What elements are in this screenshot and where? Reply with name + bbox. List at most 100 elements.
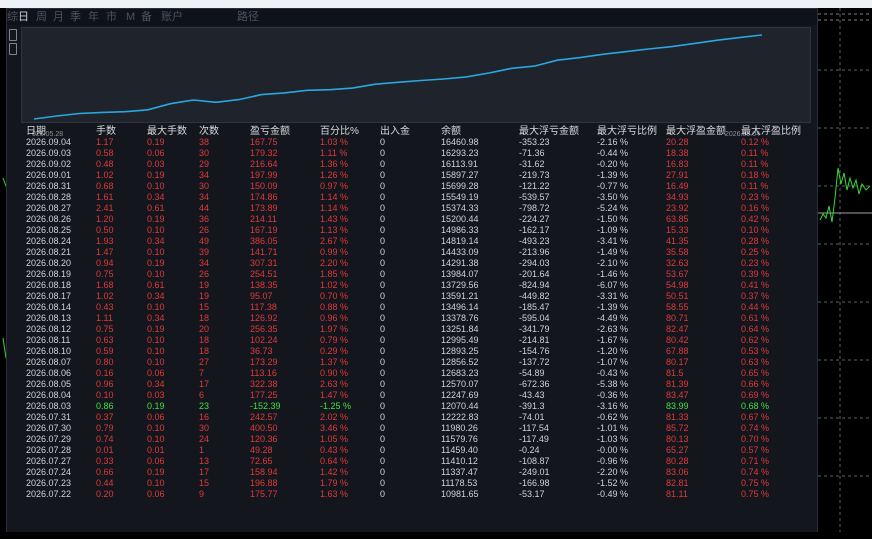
table-cell: -1.52 % (597, 478, 629, 488)
column-header[interactable]: 盈亏金额 (248, 125, 318, 137)
table-cell: 38 (199, 137, 210, 147)
table-row[interactable]: 2026.08.12 0.75 0.19 20 256.35 1.97 % 0 13251.8… (24, 324, 809, 335)
side-tab-icon[interactable] (9, 43, 17, 55)
table-cell: 242.57 (250, 412, 278, 422)
table-row[interactable]: 2026.08.18 1.68 0.61 19 138.35 1.02 % 0 13729.5… (24, 280, 809, 291)
menu-item-month[interactable]: 月 (53, 9, 64, 25)
table-row[interactable]: 2026.09.01 1.02 0.19 34 197.99 1.26 % 0 15897.2… (24, 170, 809, 181)
table-row[interactable]: 2026.09.02 0.48 0.03 29 216.64 1.36 % 0 16113.9… (24, 159, 809, 170)
table-cell: 15 (199, 302, 210, 312)
table-row[interactable]: 2026.08.05 0.96 0.34 17 322.38 2.63 % 0 12570.0… (24, 379, 809, 390)
table-cell: 30 (199, 148, 210, 158)
menu-item-day[interactable]: 日 (18, 9, 29, 25)
column-header[interactable]: 余额 (439, 125, 517, 137)
column-header[interactable]: 百分比% (318, 125, 378, 137)
table-row[interactable]: 2026.07.29 0.74 0.10 24 120.36 1.05 % 0 11579.7… (24, 434, 809, 445)
table-cell: 9 (199, 489, 205, 499)
table-cell: 1.13 % (320, 225, 349, 235)
table-row[interactable]: 2026.08.13 1.11 0.34 18 126.92 0.96 % 0 13378.7… (24, 313, 809, 324)
table-row[interactable]: 2026.08.03 0.86 0.19 23 -152.39 -1.25 % 0 12070… (24, 401, 809, 412)
table-row[interactable]: 2026.08.31 0.68 0.10 30 150.09 0.97 % 0 15699.2… (24, 181, 809, 192)
table-cell: -5.24 % (597, 203, 629, 213)
table-row[interactable]: 2026.07.27 0.33 0.06 13 72.65 0.64 % 0 11410.12… (24, 456, 809, 467)
table-cell: 0.19 (147, 324, 165, 334)
column-header[interactable]: 次数 (197, 125, 248, 137)
table-cell: 0.06 (147, 148, 165, 158)
menu-item-quarter[interactable]: 季 (70, 9, 81, 25)
table-row[interactable]: 2026.08.04 0.10 0.03 6 177.25 1.47 % 0 12247.69… (24, 390, 809, 401)
table-cell: 49.28 (250, 445, 273, 455)
table-cell: 0.65 % (741, 368, 770, 378)
table-header-row: 日期 手数 最大手数 次数 盈亏金额 百分比% 出入金 余额 最大浮亏金额 最大浮亏比例 最大浮盈金… (24, 125, 809, 137)
menu-item-backup[interactable]: 备 (141, 9, 152, 25)
menu-item-ind[interactable]: 综 (7, 9, 18, 25)
table-cell: -0.36 % (597, 390, 629, 400)
equity-curve-chart (33, 34, 763, 120)
table-cell: 0.75 (96, 324, 114, 334)
table-cell: 15200.44 (441, 214, 479, 224)
column-header[interactable]: 手数 (94, 125, 145, 137)
table-row[interactable]: 2026.08.27 2.41 0.61 44 173.89 1.14 % 0 15374.3… (24, 203, 809, 214)
table-row[interactable]: 2026.08.28 1.61 0.34 34 174.86 1.14 % 0 15549.1… (24, 192, 809, 203)
table-row[interactable]: 2026.07.31 0.37 0.06 16 242.57 2.02 % 0 12222.8… (24, 412, 809, 423)
table-cell: 2026.08.24 (26, 236, 72, 246)
menu-item-year[interactable]: 年 (88, 9, 99, 25)
table-row[interactable]: 2026.08.11 0.63 0.10 18 102.24 0.79 % 0 12995.4… (24, 335, 809, 346)
table-cell: 2.20 % (320, 258, 349, 268)
column-header[interactable]: 最大手数 (145, 125, 197, 137)
table-cell: 0 (380, 467, 386, 477)
table-row[interactable]: 2026.08.06 0.16 0.06 7 113.16 0.90 % 0 12683.23… (24, 368, 809, 379)
table-row[interactable]: 2026.09.03 0.58 0.06 30 179.32 1.11 % 0 16293.2… (24, 148, 809, 159)
menu-item-account[interactable]: 账户 (161, 9, 183, 25)
table-cell: 254.51 (250, 269, 278, 279)
table-row[interactable]: 2026.08.17 1.02 0.34 19 95.07 0.70 % 0 13591.21… (24, 291, 809, 302)
table-cell: 2026.08.11 (26, 335, 71, 345)
table-cell: 179.32 (250, 148, 278, 158)
table-row[interactable]: 2026.08.14 0.43 0.10 15 117.38 0.88 % 0 13496.1… (24, 302, 809, 313)
side-tab-icon[interactable] (9, 29, 17, 41)
table-cell: 81.39 (666, 379, 689, 389)
table-cell: 197.99 (250, 170, 278, 180)
column-header[interactable]: 最大浮盈金额 (664, 125, 739, 137)
table-row[interactable]: 2026.08.24 1.93 0.34 49 386.05 2.67 % 0 14819.1… (24, 236, 809, 247)
table-row[interactable]: 2026.09.04 1.17 0.19 38 167.75 1.03 % 0 16460.9… (24, 137, 809, 148)
menu-item-path[interactable]: 路径 (237, 9, 259, 25)
table-row[interactable]: 2026.07.24 0.66 0.19 17 158.94 1.42 % 0 11337.4… (24, 467, 809, 478)
column-header[interactable]: 出入金 (378, 125, 439, 137)
menu-item-market[interactable]: 市 (106, 9, 117, 25)
table-cell: 12570.07 (441, 379, 479, 389)
column-header[interactable]: 日期 (24, 125, 94, 137)
table-cell: 39 (199, 247, 210, 257)
table-cell: 16113.91 (441, 159, 478, 169)
table-cell: 0.16 % (741, 203, 770, 213)
table-row[interactable]: 2026.07.22 0.20 0.06 9 175.77 1.63 % 0 10981.65… (24, 489, 809, 500)
table-row[interactable]: 2026.07.30 0.79 0.10 30 400.50 3.46 % 0 11980.2… (24, 423, 809, 434)
column-header[interactable]: 最大浮盈比例 (739, 125, 809, 137)
table-row[interactable]: 2026.08.19 0.75 0.10 26 254.51 1.85 % 0 13984.0… (24, 269, 809, 280)
table-row[interactable]: 2026.08.07 0.80 0.10 27 173.29 1.37 % 0 12856.5… (24, 357, 809, 368)
table-cell: 0 (380, 324, 386, 334)
table-row[interactable]: 2026.08.26 1.20 0.19 36 214.11 1.43 % 0 15200.4… (24, 214, 809, 225)
table-cell: 0.10 (96, 390, 114, 400)
menu-item-week[interactable]: 周 (36, 9, 47, 25)
table-cell: 0 (380, 258, 386, 268)
table-cell: -0.44 % (597, 148, 629, 158)
table-cell: 1.05 % (320, 434, 349, 444)
table-cell: 26 (199, 225, 210, 235)
column-header[interactable]: 最大浮亏比例 (595, 125, 664, 137)
table-cell: 0.06 (147, 368, 165, 378)
table-row[interactable]: 2026.08.25 0.50 0.10 26 167.19 1.13 % 0 14986.3… (24, 225, 809, 236)
table-row[interactable]: 2026.07.23 0.44 0.10 15 196.88 1.79 % 0 11178.5… (24, 478, 809, 489)
table-row[interactable]: 2026.08.21 1.47 0.10 39 141.71 0.99 % 0 14433.0… (24, 247, 809, 258)
table-cell: 0 (380, 434, 386, 444)
table-cell: 23.92 (666, 203, 689, 213)
table-row[interactable]: 2026.08.20 0.94 0.19 34 307.31 2.20 % 0 14291.3… (24, 258, 809, 269)
table-row[interactable]: 2026.08.10 0.59 0.10 18 36.73 0.29 % 0 12893.25… (24, 346, 809, 357)
table-row[interactable]: 2026.07.28 0.01 0.01 1 49.28 0.43 % 0 11459.40 -… (24, 445, 809, 456)
table-cell: -121.22 (519, 181, 550, 191)
menu-item-m[interactable]: M (126, 9, 135, 25)
column-header[interactable]: 最大浮亏金额 (517, 125, 595, 137)
table-cell: 174.86 (250, 192, 278, 202)
table-cell: 11410.12 (441, 456, 478, 466)
table-cell: 30 (199, 181, 210, 191)
